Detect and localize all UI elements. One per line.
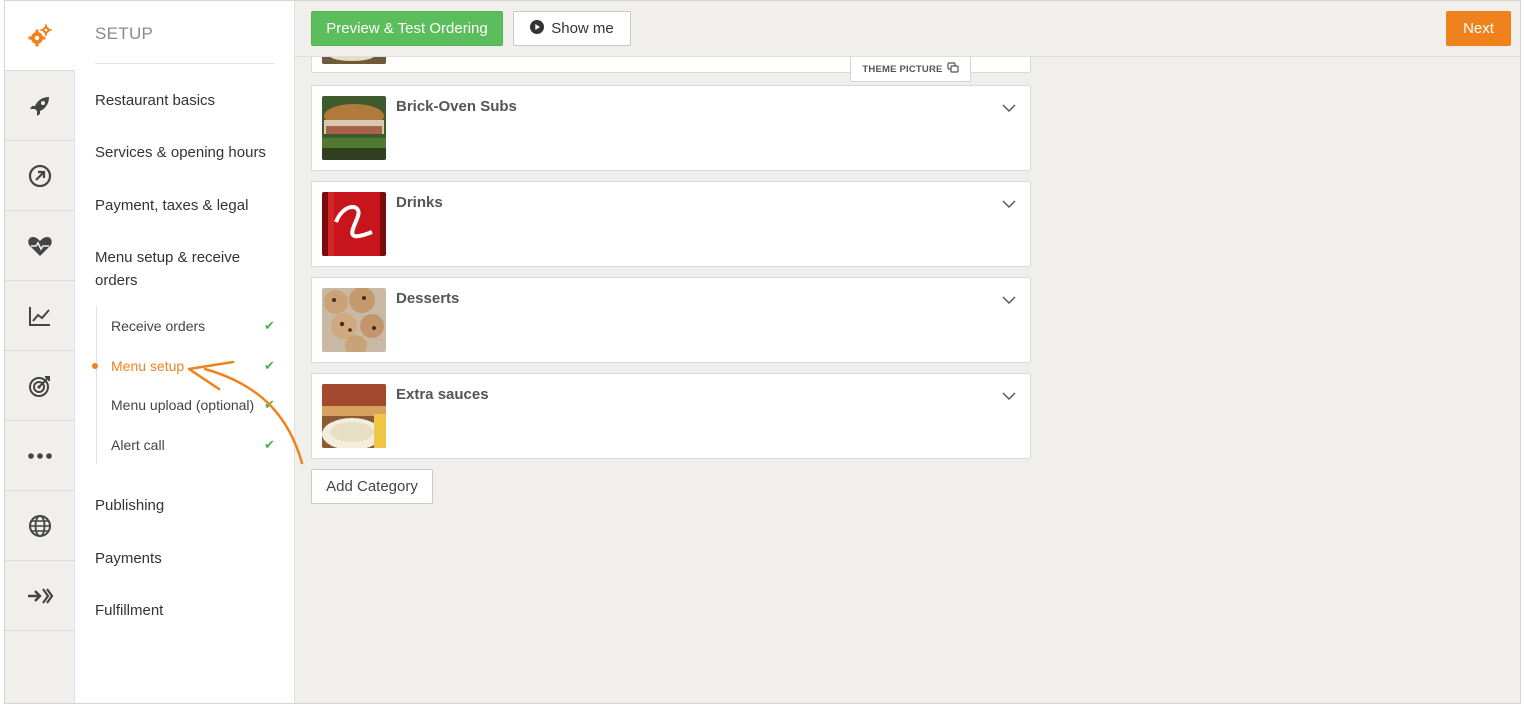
check-icon: ✔ [264, 318, 275, 333]
check-icon: ✔ [264, 358, 275, 373]
divider [95, 63, 275, 64]
play-circle-icon [530, 19, 545, 38]
sauce-image [322, 384, 386, 448]
heart-pulse-icon[interactable] [5, 211, 75, 281]
subnav-line [96, 306, 97, 464]
chevron-down-icon[interactable] [1002, 388, 1016, 406]
icon-rail [5, 1, 75, 703]
category-title: Drinks [396, 194, 443, 211]
category-card[interactable]: Drinks [311, 181, 1031, 267]
nav-item-payments[interactable]: Payments [95, 547, 275, 570]
chevron-down-icon[interactable] [1002, 100, 1016, 118]
category-image [322, 57, 386, 64]
preview-test-ordering-button[interactable]: Preview & Test Ordering [311, 11, 503, 46]
setup-panel: SETUP Restaurant basics Services & openi… [75, 1, 295, 703]
rocket-icon[interactable] [5, 71, 75, 141]
theme-picture-button[interactable]: THEME PICTURE [850, 57, 971, 82]
nav-item-restaurant-basics[interactable]: Restaurant basics [95, 89, 275, 112]
next-button[interactable]: Next [1446, 11, 1511, 46]
integrations-icon[interactable] [5, 561, 75, 631]
toolbar: Preview & Test Ordering Show me Next [295, 1, 1520, 57]
cookies-image [322, 288, 386, 352]
menu-categories: THEME PICTURE Brick-Oven Subs Drinks Des… [295, 57, 1520, 703]
check-icon: ✔ [264, 397, 275, 412]
sub-sandwich-image [322, 96, 386, 160]
category-title: Extra sauces [396, 386, 489, 403]
nav-item-payment-taxes-legal[interactable]: Payment, taxes & legal [95, 194, 275, 217]
theme-picture-label: THEME PICTURE [862, 63, 943, 75]
nav-item-services-opening-hours[interactable]: Services & opening hours [95, 141, 275, 164]
current-step-dot-icon [92, 363, 98, 369]
category-card[interactable]: Desserts [311, 277, 1031, 363]
target-icon[interactable] [5, 351, 75, 421]
nav-item-menu-setup-receive-orders[interactable]: Menu setup & receive orders [95, 246, 255, 292]
category-title: Desserts [396, 290, 460, 307]
globe-icon[interactable] [5, 491, 75, 561]
more-dots-icon[interactable] [5, 421, 75, 491]
chart-line-icon[interactable] [5, 281, 75, 351]
copy-icon [946, 62, 959, 76]
cola-can-image [322, 192, 386, 256]
chevron-down-icon[interactable] [1002, 196, 1016, 214]
app-frame: SETUP Restaurant basics Services & openi… [4, 0, 1521, 704]
show-me-label: Show me [551, 20, 614, 37]
subnav-item-receive-orders[interactable]: Receive orders [111, 317, 281, 335]
show-me-button[interactable]: Show me [513, 11, 631, 46]
circle-arrow-icon[interactable] [5, 141, 75, 211]
chevron-down-icon[interactable] [1002, 292, 1016, 310]
category-title: Brick-Oven Subs [396, 98, 517, 115]
category-card[interactable]: Extra sauces [311, 373, 1031, 459]
check-icon: ✔ [264, 437, 275, 452]
nav-item-fulfillment[interactable]: Fulfillment [95, 599, 275, 622]
add-category-button[interactable]: Add Category [311, 469, 433, 504]
subnav-item-menu-setup[interactable]: Menu setup [111, 357, 281, 375]
gears-icon[interactable] [5, 1, 75, 71]
subnav-item-alert-call[interactable]: Alert call [111, 436, 281, 454]
setup-title: SETUP [95, 24, 154, 43]
subnav-item-menu-upload[interactable]: Menu upload (optional) [111, 396, 281, 414]
category-card[interactable]: Brick-Oven Subs [311, 85, 1031, 171]
nav-item-publishing[interactable]: Publishing [95, 494, 275, 517]
